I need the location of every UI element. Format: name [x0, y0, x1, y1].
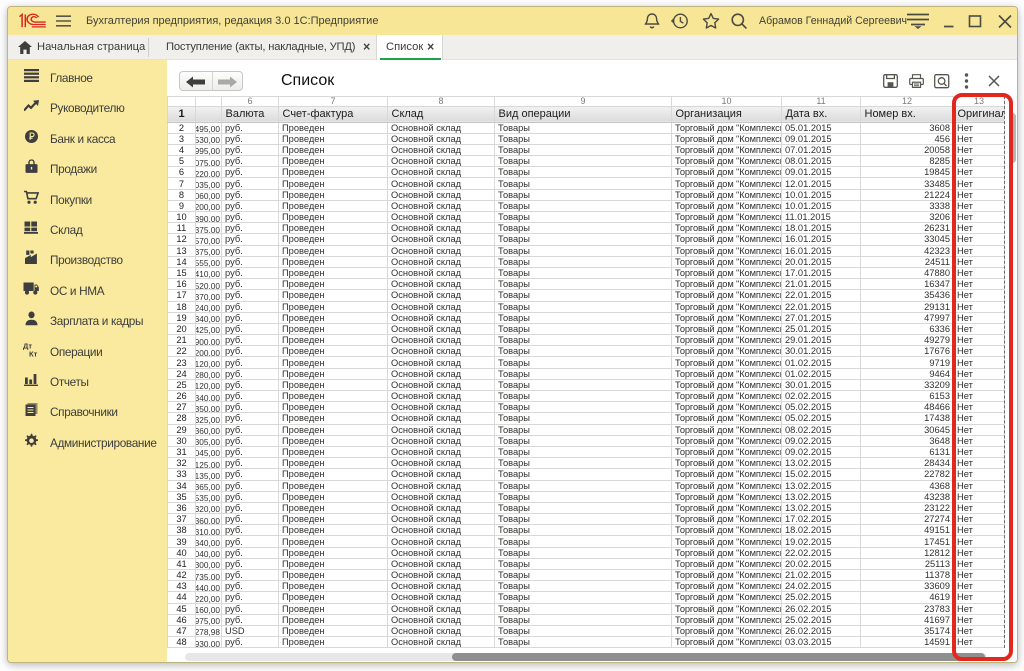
- svg-text:Кт: Кт: [29, 349, 38, 357]
